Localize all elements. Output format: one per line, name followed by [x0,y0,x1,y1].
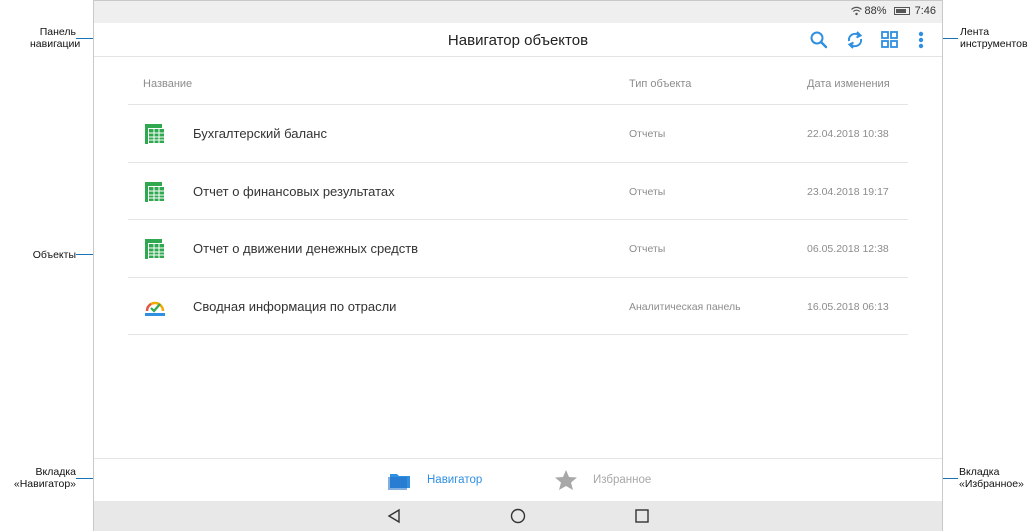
screenshot-stage: Панель навигации Объекты Вкладка «Навига… [0,0,1035,531]
folder-icon [388,474,410,490]
home-icon[interactable] [510,508,526,524]
column-header-date[interactable]: Дата изменения [807,78,890,90]
system-navigation-bar [94,501,942,531]
callout-objects: Объекты [20,249,76,261]
status-bar: 88% 7:46 [94,1,942,23]
row-type: Отчеты [629,128,666,140]
tab-navigator[interactable]: Навигатор [388,468,482,492]
status-right: 88% 7:46 [850,5,936,17]
wifi-icon [850,6,862,16]
tab-favorites[interactable]: Избранное [554,468,651,492]
row-type: Аналитическая панель [629,300,741,313]
callout-tab-favorites-line2: «Избранное» [959,478,1024,490]
bottom-tab-bar: Навигатор Избранное [94,458,942,501]
refresh-icon [847,31,863,49]
navigation-panel: Навигатор объектов [94,23,942,57]
tab-favorites-label: Избранное [593,474,652,486]
callout-nav-panel-line2: навигации [30,38,81,50]
callout-toolbar-line1: Лента [960,26,990,38]
search-icon [810,31,828,49]
row-date: 16.05.2018 06:13 [807,300,889,313]
grid-view-icon [881,31,898,48]
callout-objects-text: Объекты [32,249,76,261]
callout-tab-favorites: Вкладка «Избранное» [959,466,1033,490]
callout-tab-favorites-line1: Вкладка [959,466,1000,478]
battery-percent: 88% [864,5,887,17]
row-name: Отчет о движении денежных средств [193,241,419,256]
callout-toolbar: Лента инструментов [960,26,1034,50]
more-icon [918,31,924,49]
callout-tab-navigator-line1: Вкладка [35,466,76,478]
table-row[interactable]: Бухгалтерский баланс Отчеты 22.04.2018 1… [128,105,908,163]
column-header-type[interactable]: Тип объекта [629,78,691,90]
row-name: Отчет о финансовых результатах [193,183,395,199]
back-icon[interactable] [386,508,402,524]
row-name: Сводная информация по отрасли [193,298,397,314]
callout-tab-navigator: Вкладка «Навигатор» [4,466,76,490]
more-button[interactable] [914,29,928,51]
callout-tab-navigator-line2: «Навигатор» [13,478,76,490]
spreadsheet-icon [145,239,165,259]
row-type: Отчеты [629,185,666,198]
spreadsheet-icon [145,181,165,202]
row-date: 22.04.2018 10:38 [807,128,889,140]
search-button[interactable] [808,29,830,51]
status-time: 7:46 [914,5,936,17]
row-name: Бухгалтерский баланс [193,126,327,141]
tab-navigator-label: Навигатор [427,474,483,486]
row-type: Отчеты [629,243,666,255]
callout-nav-panel-line1: Панель [39,26,76,38]
recent-apps-icon[interactable] [634,508,650,524]
tablet-screen: 88% 7:46 Навигатор объектов Название Тип… [93,0,943,531]
refresh-button[interactable] [844,29,866,51]
table-row[interactable]: Отчет о движении денежных средств Отчеты… [128,220,908,278]
dashboard-icon [145,301,165,316]
table-row[interactable]: Сводная информация по отрасли Аналитичес… [128,278,908,335]
star-icon [555,470,577,490]
table-header: Название Тип объекта Дата изменения [128,59,908,105]
column-header-name[interactable]: Название [143,78,192,90]
row-date: 23.04.2018 19:17 [807,185,889,198]
objects-table: Название Тип объекта Дата изменения Бухг… [128,59,908,335]
row-date: 06.05.2018 12:38 [807,243,889,255]
battery-icon [893,7,910,15]
table-row[interactable]: Отчет о финансовых результатах Отчеты 23… [128,163,908,220]
callout-toolbar-line2: инструментов [960,38,1028,50]
spreadsheet-icon [145,124,165,144]
callout-nav-panel: Панель навигации [30,26,81,50]
grid-view-button[interactable] [879,29,901,51]
